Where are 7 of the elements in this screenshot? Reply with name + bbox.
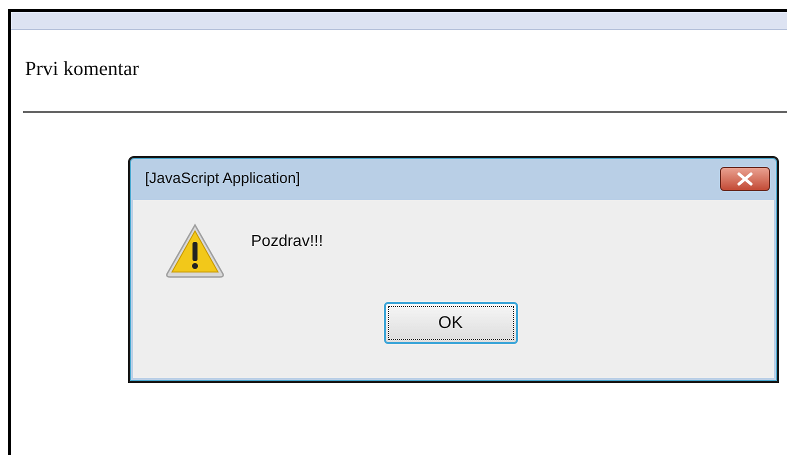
page-heading: Prvi komentar <box>25 57 140 82</box>
warning-icon <box>164 222 226 280</box>
dialog-message: Pozdrav!!! <box>251 232 324 252</box>
ok-button[interactable]: OK <box>384 302 518 344</box>
close-button[interactable] <box>720 167 770 191</box>
close-icon <box>736 172 754 186</box>
dialog-title: [JavaScript Application] <box>145 168 300 189</box>
